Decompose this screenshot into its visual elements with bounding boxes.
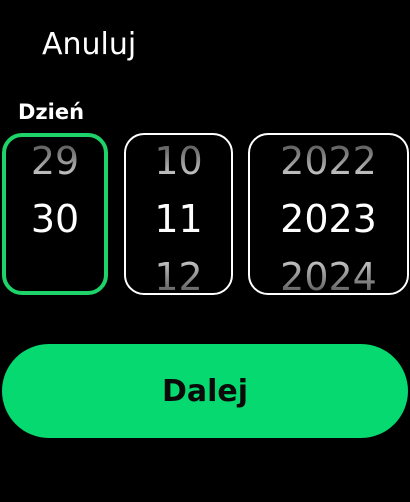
month-wheel[interactable]: 10 11 12 [124, 133, 233, 295]
next-button[interactable]: Dalej [2, 344, 408, 438]
year-current-value: 2023 [280, 197, 377, 241]
day-wheel[interactable]: 29 30 [2, 133, 108, 295]
month-prev-value: 10 [126, 139, 231, 183]
year-next-value: 2024 [250, 255, 407, 293]
day-current-value: 30 [30, 197, 80, 241]
month-next-value: 12 [126, 255, 231, 293]
year-wheel[interactable]: 2022 2023 2024 [248, 133, 409, 295]
cancel-button[interactable]: Anuluj [42, 25, 136, 65]
day-prev-value: 29 [6, 139, 104, 183]
month-current-value: 11 [154, 197, 203, 241]
year-prev-value: 2022 [250, 139, 407, 183]
picker-label: Dzień [18, 100, 85, 124]
